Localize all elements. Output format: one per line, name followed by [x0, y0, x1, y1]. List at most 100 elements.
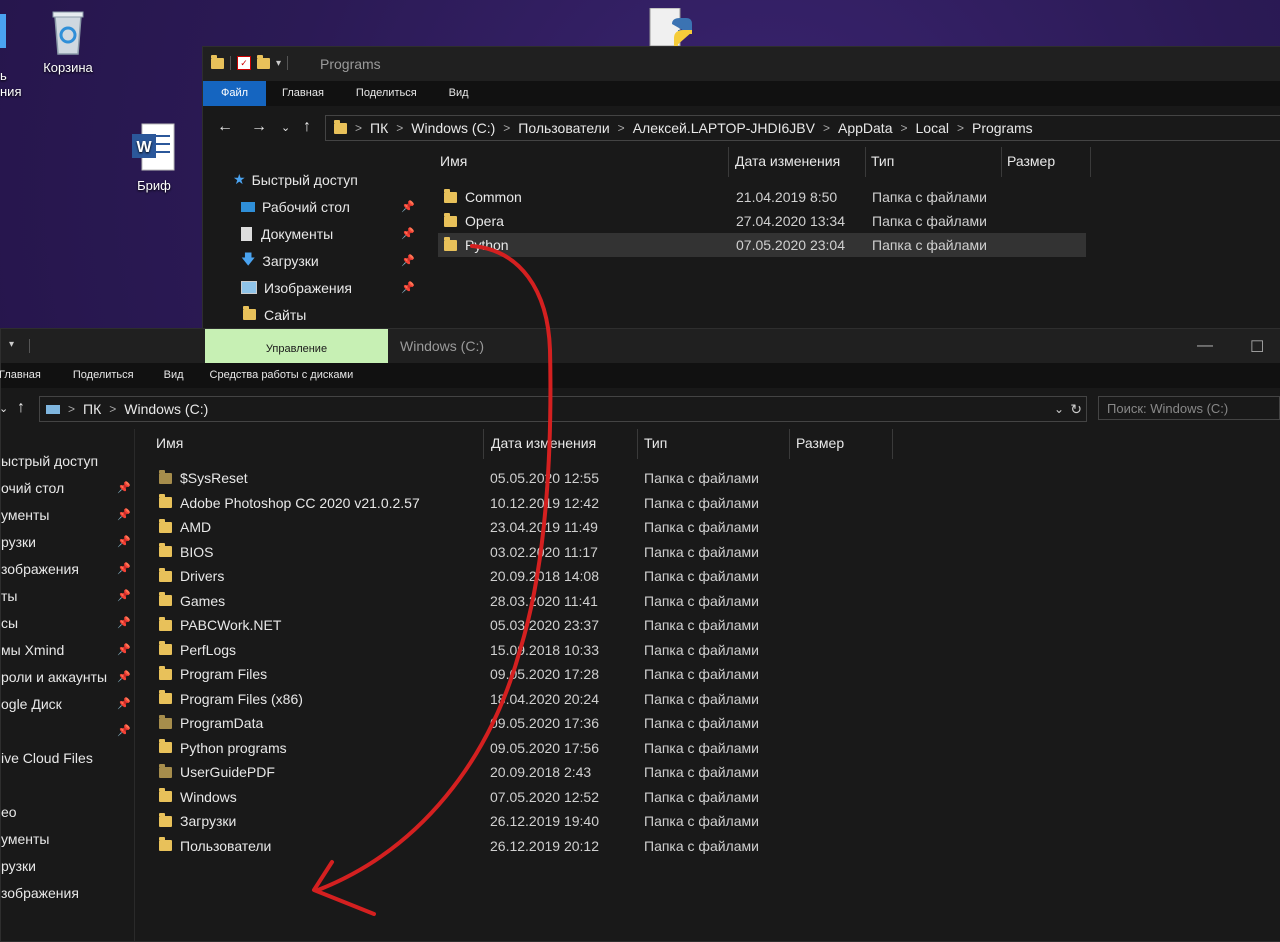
sidebar-item[interactable]: зображения 📌 [1, 555, 134, 582]
column-divider[interactable] [483, 429, 484, 459]
sidebar-item[interactable]: ыстрый доступ [1, 447, 134, 474]
sidebar-item[interactable]: 📌 [1, 717, 134, 744]
column-header-date[interactable]: Дата изменения [735, 153, 840, 169]
up-arrow-icon[interactable]: ↑ [303, 118, 311, 136]
tab-manage[interactable]: Управление [205, 329, 388, 363]
tab-share[interactable]: Поделиться [57, 363, 148, 388]
new-folder-icon[interactable] [257, 54, 270, 69]
sidebar-item[interactable]: ументы 📌 [1, 501, 134, 528]
table-row[interactable]: Drivers 20.09.2018 14:08 Папка с файлами [153, 564, 893, 588]
pin-icon[interactable]: 📌 [117, 724, 131, 737]
breadcrumb-item[interactable]: > ПК [60, 401, 101, 417]
column-divider[interactable] [1001, 147, 1002, 177]
table-row[interactable]: $SysReset 05.05.2020 12:55 Папка с файлами [153, 466, 893, 490]
table-row-selected[interactable]: Python 07.05.2020 23:04 Папка с файлами [438, 233, 1086, 257]
refresh-icon[interactable]: ↻ [1070, 401, 1082, 418]
sidebar-item[interactable]: зображения [1, 879, 134, 906]
customize-toolbar-icon[interactable]: ▾ [276, 58, 281, 69]
column-divider[interactable] [789, 429, 790, 459]
python-file-icon[interactable] [646, 7, 698, 47]
breadcrumb-item[interactable]: > AppData [815, 120, 893, 136]
table-row[interactable]: Windows 07.05.2020 12:52 Папка с файлами [153, 785, 893, 809]
sidebar-item[interactable] [1, 771, 134, 798]
pin-icon[interactable]: 📌 [117, 535, 131, 548]
table-row[interactable]: Python programs 09.05.2020 17:56 Папка с ф… [153, 736, 893, 760]
pin-icon[interactable]: 📌 [117, 670, 131, 683]
properties-icon[interactable]: ✓ [237, 56, 251, 70]
column-divider[interactable] [637, 429, 638, 459]
pin-icon[interactable]: 📌 [117, 697, 131, 710]
desktop-partial-icon[interactable] [0, 14, 6, 48]
column-divider[interactable] [728, 147, 729, 177]
pin-icon[interactable]: 📌 [117, 616, 131, 629]
recent-locations-icon[interactable]: ⌄ [0, 402, 8, 415]
table-row[interactable]: Adobe Photoshop CC 2020 v21.0.2.57 10.12.… [153, 491, 893, 515]
table-row[interactable]: Games 28.03.2020 11:41 Папка с файлами [153, 589, 893, 613]
column-header-name[interactable]: Имя [440, 153, 467, 169]
column-header-name[interactable]: Имя [156, 435, 183, 451]
breadcrumb-item[interactable]: > Пользователи [495, 120, 609, 136]
forward-arrow-icon[interactable]: → [251, 118, 267, 136]
pin-icon[interactable]: 📌 [401, 281, 415, 294]
pin-icon[interactable]: 📌 [401, 227, 415, 240]
recycle-bin-shortcut[interactable]: Корзина [23, 8, 113, 75]
pin-icon[interactable]: 📌 [117, 589, 131, 602]
table-row[interactable]: Пользователи 26.12.2019 20:12 Папка с файл… [153, 834, 893, 858]
tab-drive-tools[interactable]: Средства работы с дисками [200, 363, 370, 388]
sidebar-item[interactable]: ive Cloud Files [1, 744, 134, 771]
sidebar-item[interactable]: рузки 📌 [1, 528, 134, 555]
pin-icon[interactable]: 📌 [117, 508, 131, 521]
table-row[interactable]: PerfLogs 15.09.2018 10:33 Папка с файлами [153, 638, 893, 662]
sidebar-item[interactable]: очий стол 📌 [1, 474, 134, 501]
column-header-type[interactable]: Тип [644, 435, 667, 451]
breadcrumb-item[interactable]: > Windows (C:) [101, 401, 208, 417]
address-bar[interactable]: > ПК > Windows (C:) ⌄ ↻ [39, 396, 1087, 422]
column-divider[interactable] [1090, 147, 1091, 177]
tab-file[interactable]: Файл [203, 81, 267, 106]
sidebar-item-documents[interactable]: Документы 📌 [203, 220, 418, 247]
search-input[interactable]: Поиск: Windows (C:) [1098, 396, 1280, 420]
column-header-size[interactable]: Размер [796, 435, 844, 451]
table-row[interactable]: Common 21.04.2019 8:50 Папка с файлами [438, 185, 1086, 209]
sidebar-item[interactable]: рузки [1, 852, 134, 879]
sidebar-item[interactable]: ео [1, 798, 134, 825]
table-row[interactable]: UserGuidePDF 20.09.2018 2:43 Папка с файла… [153, 760, 893, 784]
sidebar-item-downloads[interactable]: 🡇 Загрузки 📌 [203, 247, 418, 274]
sidebar-item-pictures[interactable]: Изображения 📌 [203, 274, 418, 301]
sidebar-item[interactable]: ументы [1, 825, 134, 852]
brief-doc-shortcut[interactable]: W Бриф [109, 122, 199, 193]
sidebar-item[interactable]: сы 📌 [1, 609, 134, 636]
column-header-date[interactable]: Дата изменения [491, 435, 596, 451]
column-header-type[interactable]: Тип [871, 153, 894, 169]
address-dropdown-icon[interactable]: ⌄ [1054, 402, 1064, 416]
sidebar-item-sites[interactable]: Сайты [203, 301, 418, 328]
table-row[interactable]: AMD 23.04.2019 11:49 Папка с файлами [153, 515, 893, 539]
table-row[interactable]: PABCWork.NET 05.03.2020 23:37 Папка с файл… [153, 613, 893, 637]
sidebar-item-quick-access[interactable]: ★ Быстрый доступ [203, 166, 418, 193]
pin-icon[interactable]: 📌 [117, 562, 131, 575]
table-row[interactable]: Program Files (x86) 18.04.2020 20:24 Папка… [153, 687, 893, 711]
address-bar[interactable]: > ПК > Windows (C:) > Пользователи > Алексей… [325, 115, 1280, 141]
table-row[interactable]: Program Files 09.05.2020 17:28 Папка с фай… [153, 662, 893, 686]
recent-locations-icon[interactable]: ⌄ [281, 121, 290, 134]
pin-icon[interactable]: 📌 [401, 200, 415, 213]
sidebar-item[interactable]: ogle Диск 📌 [1, 690, 134, 717]
breadcrumb-item[interactable]: > Programs [949, 120, 1033, 136]
column-header-size[interactable]: Размер [1007, 153, 1055, 169]
breadcrumb-item[interactable]: > Алексей.LAPTOP-JHDI6JBV [610, 120, 815, 136]
pin-icon[interactable]: 📌 [117, 481, 131, 494]
tab-home[interactable]: Главная [266, 81, 340, 106]
table-row[interactable]: Загрузки 26.12.2019 19:40 Папка с файлами [153, 809, 893, 833]
table-row[interactable]: Opera 27.04.2020 13:34 Папка с файлами [438, 209, 1086, 233]
tab-home[interactable]: Главная [0, 363, 57, 388]
up-arrow-icon[interactable]: ↑ [17, 399, 25, 417]
customize-toolbar-icon[interactable]: ▾ [9, 339, 14, 350]
maximize-icon[interactable]: ☐ [1250, 337, 1264, 357]
table-row[interactable]: ProgramData 09.05.2020 17:36 Папка с файла… [153, 711, 893, 735]
back-arrow-icon[interactable]: ← [217, 118, 233, 136]
breadcrumb-item[interactable]: > Local [892, 120, 948, 136]
sidebar-item[interactable]: мы Xmind 📌 [1, 636, 134, 663]
sidebar-item[interactable]: ты 📌 [1, 582, 134, 609]
minimize-icon[interactable]: — [1197, 337, 1213, 355]
tab-view[interactable]: Вид [148, 363, 200, 388]
